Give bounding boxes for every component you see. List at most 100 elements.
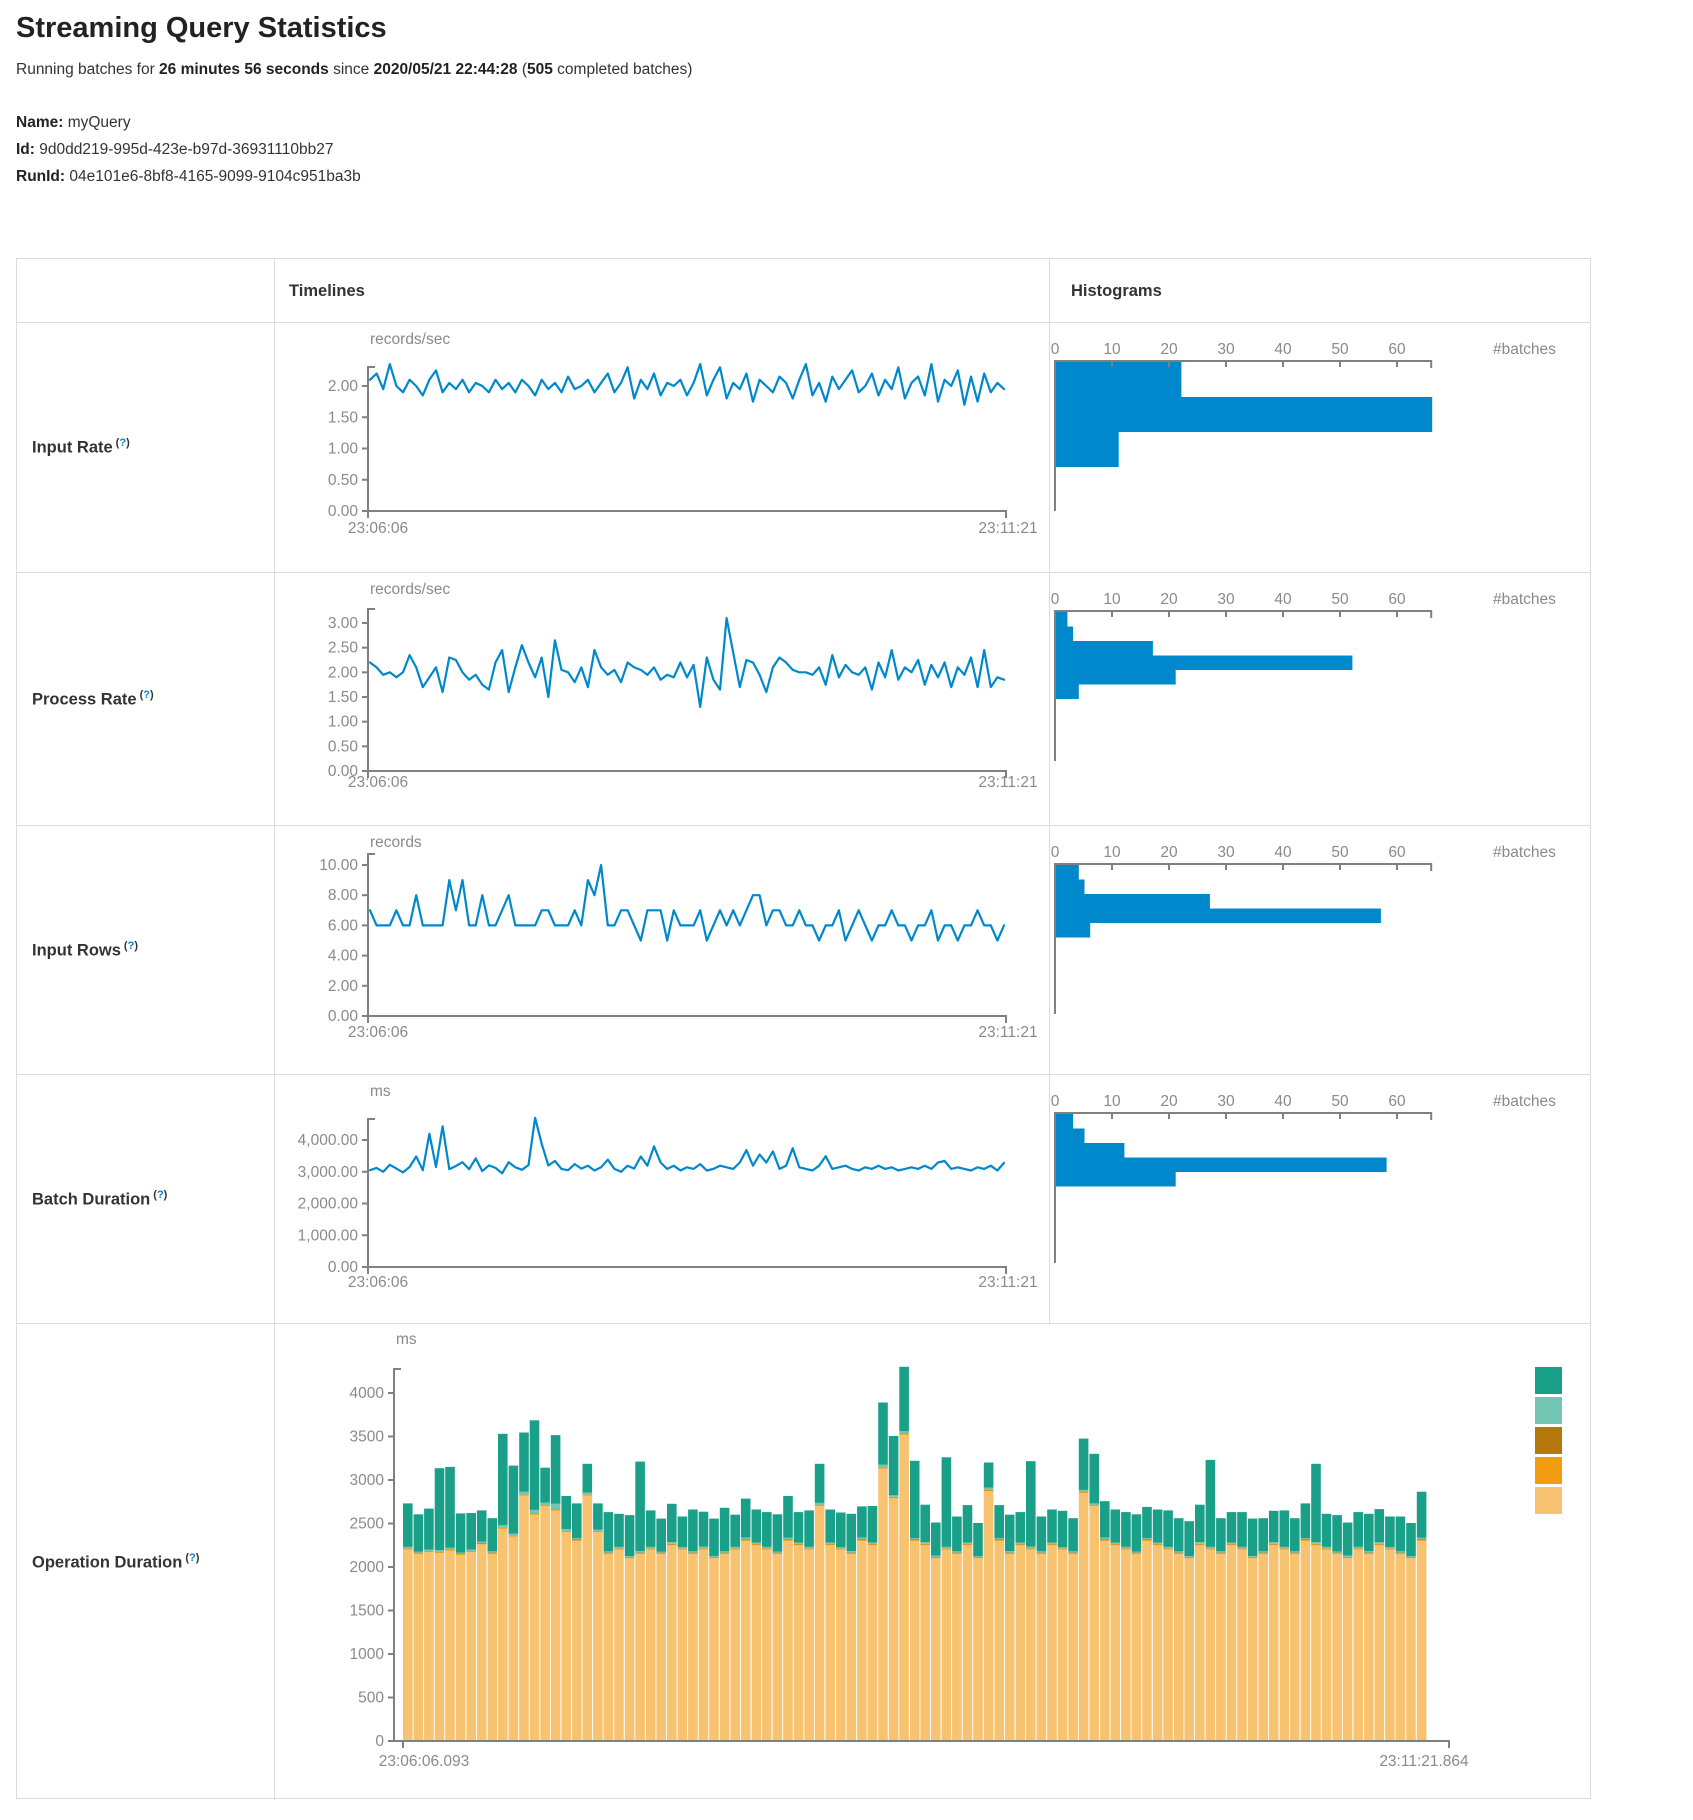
- completed-batches-count: 505: [527, 61, 553, 78]
- svg-text:ms: ms: [396, 1331, 417, 1348]
- svg-text:40: 40: [1274, 591, 1292, 608]
- metric-label: Batch Duration(?): [32, 1189, 167, 1210]
- timeline-chart-input-rate[interactable]: records/sec2.001.501.000.500.0023:06:062…: [274, 323, 1049, 573]
- svg-text:30: 30: [1217, 341, 1235, 358]
- svg-text:4.00: 4.00: [328, 948, 359, 965]
- svg-text:10: 10: [1103, 341, 1121, 358]
- svg-text:60: 60: [1388, 844, 1406, 861]
- metric-row-batch-duration: Batch Duration(?)ms4,000.003,000.002,000…: [17, 1075, 1590, 1324]
- metric-label: Input Rows(?): [32, 940, 138, 961]
- svg-text:20: 20: [1160, 591, 1178, 608]
- svg-text:2.00: 2.00: [328, 378, 359, 395]
- svg-text:20: 20: [1160, 341, 1178, 358]
- svg-text:23:11:21: 23:11:21: [978, 774, 1037, 791]
- svg-text:10: 10: [1103, 844, 1121, 861]
- metric-row-input-rows: Input Rows(?) records 10.00 8.00 6.00 4.00 2.0…: [17, 826, 1590, 1075]
- timeline-chart-input-rows[interactable]: records10.008.006.004.002.000.0023:06:06…: [274, 826, 1049, 1075]
- svg-text:6.00: 6.00: [328, 917, 359, 934]
- metric-label: Operation Duration(?): [32, 1552, 199, 1573]
- svg-text:0: 0: [1051, 1093, 1060, 1110]
- legend-swatch-2: [1535, 1427, 1562, 1454]
- metric-label-cell: Operation Duration(?): [17, 1324, 274, 1800]
- svg-text:10: 10: [1103, 1093, 1121, 1110]
- page-header: Streaming Query Statistics Running batch…: [16, 12, 1616, 190]
- metric-row-process-rate: Process Rate(?)records/sec3.002.502.001.…: [17, 573, 1590, 826]
- svg-text:4000: 4000: [350, 1385, 385, 1402]
- svg-text:records/sec: records/sec: [370, 331, 450, 348]
- svg-text:23:11:21.864: 23:11:21.864: [1379, 1753, 1469, 1770]
- svg-text:8.00: 8.00: [328, 887, 359, 904]
- column-header-timelines: Timelines: [289, 259, 365, 323]
- svg-text:23:06:06.093: 23:06:06.093: [379, 1753, 470, 1770]
- histogram-chart-process-rate[interactable]: 0102030405060#batches: [1049, 573, 1592, 826]
- svg-text:500: 500: [358, 1690, 384, 1707]
- timeline-chart-process-rate[interactable]: records/sec3.002.502.001.501.000.500.002…: [274, 573, 1049, 826]
- svg-text:0: 0: [1051, 591, 1060, 608]
- page-title: Streaming Query Statistics: [16, 12, 1616, 45]
- svg-text:50: 50: [1331, 1093, 1349, 1110]
- legend-swatch-4: [1535, 1487, 1562, 1514]
- svg-text:1000: 1000: [350, 1646, 385, 1663]
- query-runid-row: RunId: 04e101e6-8bf8-4165-9099-9104c951b…: [16, 163, 1616, 190]
- svg-text:records: records: [370, 834, 422, 851]
- help-icon[interactable]: (?): [185, 1552, 199, 1564]
- svg-text:1.50: 1.50: [328, 409, 359, 426]
- legend-swatch-1: [1535, 1397, 1562, 1424]
- svg-text:20: 20: [1160, 844, 1178, 861]
- svg-text:20: 20: [1160, 1093, 1178, 1110]
- query-id-label: Id:: [16, 141, 35, 158]
- svg-text:1.50: 1.50: [328, 689, 359, 706]
- svg-text:2.00: 2.00: [328, 978, 359, 995]
- query-runid-value: 04e101e6-8bf8-4165-9099-9104c951ba3b: [69, 168, 360, 185]
- svg-text:4,000.00: 4,000.00: [298, 1132, 359, 1149]
- svg-text:23:11:21: 23:11:21: [978, 520, 1037, 537]
- svg-text:40: 40: [1274, 844, 1292, 861]
- metric-label: Process Rate(?): [32, 689, 154, 710]
- query-id-row: Id: 9d0dd219-995d-423e-b97d-36931110bb27: [16, 136, 1616, 163]
- metric-label-cell: Batch Duration(?): [17, 1075, 274, 1323]
- svg-text:30: 30: [1217, 591, 1235, 608]
- svg-text:23:06:06: 23:06:06: [348, 520, 408, 537]
- query-name-row: Name: myQuery: [16, 109, 1616, 136]
- metric-row-input-rate: Input Rate(?)records/sec2.001.501.000.50…: [17, 323, 1590, 573]
- svg-text:records/sec: records/sec: [370, 581, 450, 598]
- help-icon[interactable]: (?): [124, 940, 138, 952]
- query-name-value: myQuery: [68, 114, 131, 131]
- metric-label: Input Rate(?): [32, 437, 130, 458]
- svg-text:#batches: #batches: [1493, 1093, 1556, 1110]
- metric-label-cell: Process Rate(?): [17, 573, 274, 825]
- svg-text:10.00: 10.00: [319, 857, 358, 874]
- svg-text:1.00: 1.00: [328, 714, 359, 731]
- svg-text:60: 60: [1388, 341, 1406, 358]
- legend-swatch-3: [1535, 1457, 1562, 1484]
- svg-text:2.00: 2.00: [328, 664, 359, 681]
- svg-text:0.50: 0.50: [328, 738, 359, 755]
- svg-text:3500: 3500: [350, 1429, 385, 1446]
- svg-text:2000: 2000: [350, 1559, 385, 1576]
- running-duration: 26 minutes 56 seconds: [159, 61, 329, 78]
- running-batches-status: Running batches for 26 minutes 56 second…: [16, 61, 1616, 79]
- svg-text:3000: 3000: [350, 1472, 385, 1489]
- svg-text:30: 30: [1217, 844, 1235, 861]
- svg-text:60: 60: [1388, 591, 1406, 608]
- help-icon[interactable]: (?): [140, 689, 154, 701]
- svg-text:#batches: #batches: [1493, 341, 1556, 358]
- help-icon[interactable]: (?): [153, 1189, 167, 1201]
- svg-text:2500: 2500: [350, 1516, 385, 1533]
- svg-text:23:06:06: 23:06:06: [348, 1274, 408, 1291]
- histogram-chart-input-rate[interactable]: 0102030405060#batches: [1049, 323, 1592, 573]
- query-metadata: Name: myQuery Id: 9d0dd219-995d-423e-b97…: [16, 109, 1616, 190]
- svg-text:30: 30: [1217, 1093, 1235, 1110]
- svg-text:3,000.00: 3,000.00: [298, 1164, 359, 1181]
- help-icon[interactable]: (?): [116, 437, 130, 449]
- timeline-chart-batch-duration[interactable]: ms4,000.003,000.002,000.001,000.000.0023…: [274, 1075, 1049, 1324]
- svg-text:50: 50: [1331, 844, 1349, 861]
- svg-text:1,000.00: 1,000.00: [298, 1227, 359, 1244]
- histogram-chart-batch-duration[interactable]: 0102030405060#batches: [1049, 1075, 1592, 1324]
- svg-text:#batches: #batches: [1493, 591, 1556, 608]
- query-runid-label: RunId:: [16, 168, 65, 185]
- label-column-divider: [274, 259, 275, 1800]
- metric-label-cell: Input Rate(?): [17, 323, 274, 572]
- histogram-chart-input-rows[interactable]: 0102030405060#batches: [1049, 826, 1592, 1075]
- operation-duration-chart[interactable]: ms4000350030002500200015001000500023:06:…: [274, 1324, 1592, 1800]
